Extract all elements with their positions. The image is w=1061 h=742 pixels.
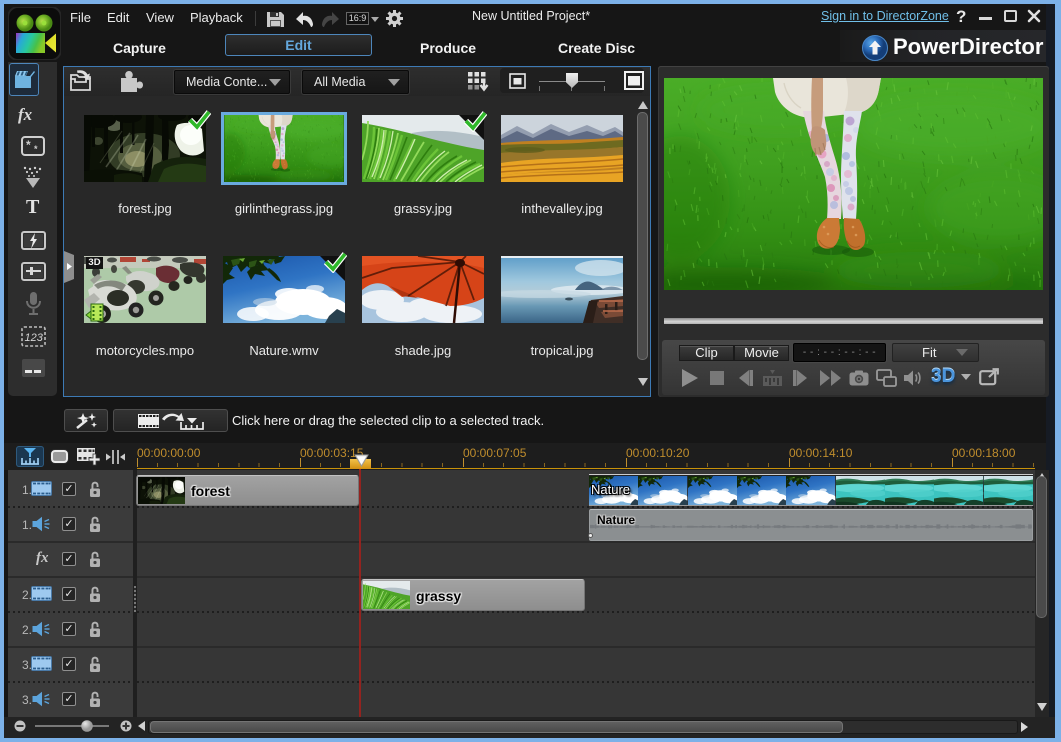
svg-text:*: * (26, 138, 31, 152)
svg-text:*: * (34, 144, 38, 154)
svg-text:123: 123 (25, 332, 44, 344)
